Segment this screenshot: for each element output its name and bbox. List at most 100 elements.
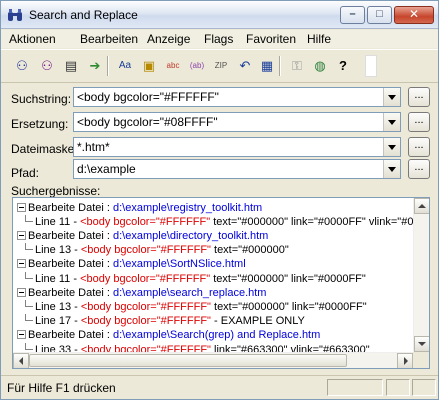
menu-aktionen[interactable]: Aktionen [9,32,56,46]
line-prefix: Line 11 - [35,216,81,228]
tree-line-node[interactable]: Line 17 - <body bgcolor="#FFFFFF" - EXAM… [25,314,305,327]
status-pane [386,379,410,396]
toolbar-separator [279,56,281,76]
tree-connector [25,300,33,307]
file-node-prefix: Bearbeite Datei : [28,202,113,214]
file-node-prefix: Bearbeite Datei : [28,329,113,341]
chevron-down-icon[interactable] [383,138,400,156]
tree-line-node[interactable]: Line 11 - <body bgcolor="#FFFFFF" text="… [25,215,430,228]
mask-label: Dateimaske: [11,142,78,156]
minimize-button[interactable]: – [340,6,365,24]
collapse-icon[interactable] [17,259,26,268]
replace-browse-button[interactable]: ... [408,112,430,132]
title-bar[interactable]: Search and Replace – □ ✕ [1,1,438,29]
open-folder-icon[interactable]: ▤ [61,56,81,76]
search-browse-button[interactable]: ... [408,87,430,107]
tree-line-node[interactable]: Line 13 - <body bgcolor="#FFFFFF" text="… [25,243,289,256]
menu-favoriten[interactable]: Favoriten [246,32,296,46]
chevron-down-icon[interactable] [383,160,400,178]
replace-value: <body bgcolor="#08FFFF" [77,115,218,129]
file-path: d:\example\Search(grep) and Replace.htm [113,329,321,341]
file-path: d:\example\SortNSlice.html [113,258,246,270]
menu-bearbeiten[interactable]: Bearbeiten [80,32,138,46]
mask-combo[interactable]: *.htm* [73,137,401,157]
maximize-button[interactable]: □ [367,6,392,24]
replace-combo[interactable]: <body bgcolor="#08FFFF" [73,112,401,132]
path-browse-button[interactable]: ... [408,159,430,179]
tree-file-node[interactable]: Bearbeite Datei : d:\example\search_repl… [17,287,266,299]
close-button[interactable]: ✕ [394,6,434,24]
scroll-down-button[interactable] [414,336,429,352]
line-rest: text="#000000" link="#0000FF" vlink="#00… [210,216,430,228]
vertical-scrollbar[interactable] [413,198,429,352]
binoculars-icon [8,9,22,21]
scrollbar-corner [413,352,429,368]
line-rest: - EXAMPLE ONLY [210,315,305,327]
search-text-icon[interactable]: Aa [115,56,135,76]
line-match: <body bgcolor="#FFFFFF" [80,273,211,285]
scroll-right-button[interactable] [397,353,413,368]
scroll-left-button[interactable] [13,353,29,368]
tree-connector [25,215,33,222]
horizontal-scrollbar[interactable] [13,352,413,368]
mask-value: *.htm* [77,140,110,154]
app-window: Search and Replace – □ ✕ Aktionen Bearbe… [0,0,439,400]
line-rest: text="#000000" [210,244,289,256]
window-title: Search and Replace [29,8,138,22]
search-label: Suchstring: [11,92,72,106]
search-value: <body bgcolor="#FFFFFF" [77,90,219,104]
menu-hilfe[interactable]: Hilfe [307,32,331,46]
file-node-prefix: Bearbeite Datei : [28,258,113,270]
tree-file-node[interactable]: Bearbeite Datei : d:\example\registry_to… [17,202,262,214]
collapse-icon[interactable] [17,231,26,240]
binoculars-icon[interactable]: ⚇ [12,56,32,76]
globe-icon[interactable]: ◍ [310,56,330,76]
scroll-up-button[interactable] [414,198,429,214]
tree-file-node[interactable]: Bearbeite Datei : d:\example\Search(grep… [17,329,320,341]
collapse-icon[interactable] [17,288,26,297]
mask-browse-button[interactable]: ... [408,137,430,157]
status-pane [412,379,436,396]
chevron-down-icon[interactable] [383,113,400,131]
menu-bar: Aktionen Bearbeiten Anzeige Flags Favori… [1,30,438,48]
tree-line-node[interactable]: Line 11 - <body bgcolor="#FFFFFF" text="… [25,272,366,285]
results-tree[interactable]: Bearbeite Datei : d:\example\registry_to… [12,197,430,369]
help-icon[interactable]: ? [333,56,353,76]
tree-file-node[interactable]: Bearbeite Datei : d:\example\SortNSlice.… [17,258,246,270]
replace-abc-icon[interactable]: abc [163,56,183,76]
collapse-icon[interactable] [17,203,26,212]
tree-connector [25,272,33,279]
menu-anzeige[interactable]: Anzeige [147,32,190,46]
path-combo[interactable]: d:\example [73,159,401,179]
collapse-icon[interactable] [17,330,26,339]
horizontal-scroll-thumb[interactable] [29,354,347,367]
path-label: Pfad: [11,166,40,180]
tree-file-node[interactable]: Bearbeite Datei : d:\example\directory_t… [17,230,268,242]
file-path: d:\example\registry_toolkit.htm [113,202,263,214]
binoculars-icon[interactable]: ⚇ [37,56,57,76]
chevron-down-icon[interactable] [383,88,400,106]
tree-connector [25,314,33,321]
file-path: d:\example\directory_toolkit.htm [113,230,269,242]
file-node-prefix: Bearbeite Datei : [28,230,113,242]
highlight-icon[interactable]: ▣ [139,56,159,76]
key-icon[interactable]: ⚿ [287,56,307,76]
results-label: Suchergebnisse: [11,184,101,198]
menu-flags[interactable]: Flags [204,32,233,46]
export-icon[interactable]: ➔ [85,56,105,76]
line-prefix: Line 17 - [35,315,81,327]
path-value: d:\example [77,162,136,176]
toolbar: ⚇ ⚇ ▤ ➔ Aa ▣ abc (ab) ZIP ↶ ▦ ⚿ ◍ ? [1,49,438,83]
zip-icon[interactable]: ZIP [211,56,231,76]
regex-icon[interactable]: (ab) [187,56,207,76]
save-icon[interactable]: ▦ [257,56,277,76]
line-prefix: Line 13 - [35,244,81,256]
status-bar: Für Hilfe F1 drücken [1,375,438,399]
undo-icon[interactable]: ↶ [235,56,255,76]
search-combo[interactable]: <body bgcolor="#FFFFFF" [73,87,401,107]
file-path: d:\example\search_replace.htm [113,287,267,299]
line-rest: text="#000000" link="#0000FF" [210,273,366,285]
line-match: <body bgcolor="#FFFFFF" [80,216,211,228]
line-prefix: Line 13 - [35,301,81,313]
tree-line-node[interactable]: Line 13 - <body bgcolor="#FFFFFF" text="… [25,300,367,313]
